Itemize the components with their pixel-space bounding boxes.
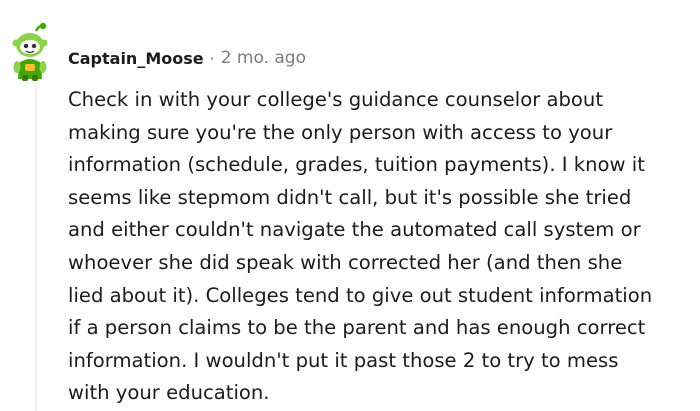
username-link[interactable]: Captain_Moose — [68, 49, 204, 68]
comment-text-line: seems like stepmom didn't call, but it's… — [68, 185, 632, 209]
comment-text-line: whoever she did speak with corrected her… — [68, 250, 623, 274]
comment-text-line: making sure you're the only person with … — [68, 120, 613, 144]
comment-text-line: and either couldn't navigate the automat… — [68, 218, 641, 242]
comment-text-line: with your education. — [68, 381, 270, 405]
comment-body: Check in with your college's guidance co… — [68, 84, 692, 410]
comment-text-line: Check in with your college's guidance co… — [68, 88, 604, 111]
comment-text-line: if a person claims to be the parent and … — [68, 316, 646, 340]
comment-timestamp[interactable]: 2 mo. ago — [221, 48, 306, 68]
comment-meta: Captain_Moose · 2 mo. ago — [68, 47, 306, 69]
snoo-avatar-icon — [12, 22, 48, 81]
comment-text-line: information. I wouldn't put it past thos… — [68, 348, 619, 372]
meta-separator: · — [209, 48, 215, 68]
comment-text-line: information (schedule, grades, tuition p… — [68, 153, 645, 177]
thread-line[interactable] — [35, 86, 37, 411]
comment-text-line: lied about it). Colleges tend to give ou… — [68, 283, 653, 307]
user-avatar[interactable] — [6, 21, 54, 81]
